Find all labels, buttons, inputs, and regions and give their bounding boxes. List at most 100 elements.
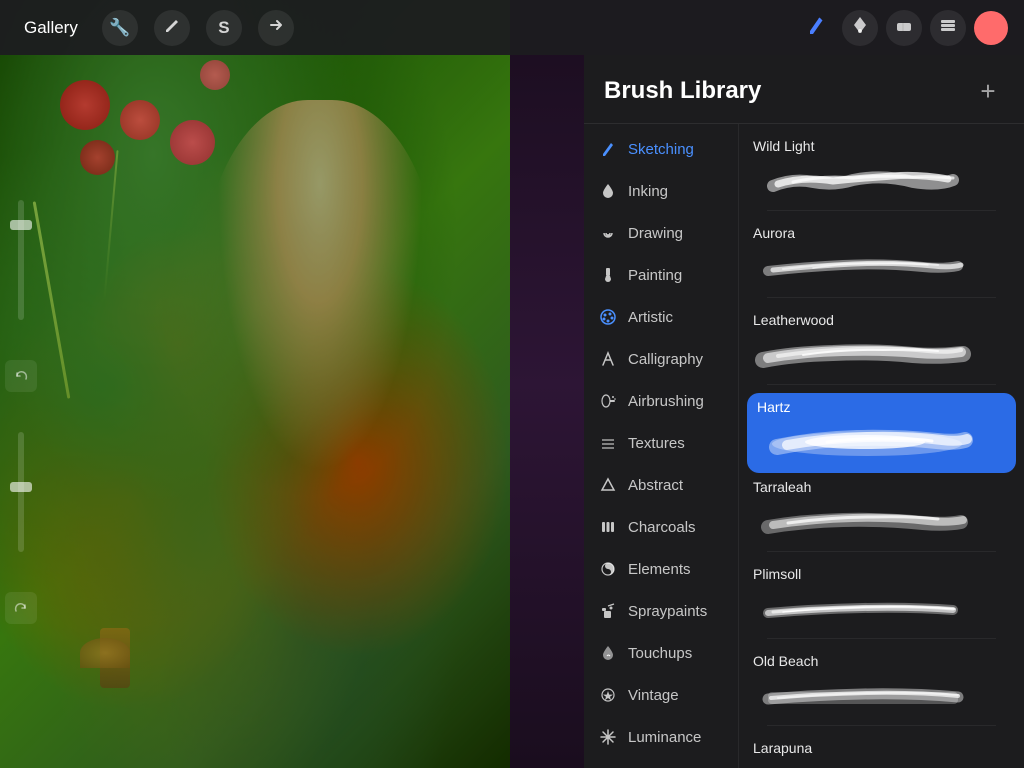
sidebar-item-drawing[interactable]: Drawing <box>584 212 738 254</box>
sidebar-item-label-abstract: Abstract <box>628 477 683 494</box>
brush-stroke-wild-light <box>753 158 1010 206</box>
brush-item-hartz[interactable]: Hartz <box>747 393 1016 473</box>
avatar-button[interactable] <box>974 11 1008 45</box>
size-slider-track[interactable] <box>18 432 24 552</box>
brush-name-wild-light: Wild Light <box>753 138 1010 154</box>
sidebar-item-charcoals[interactable]: Charcoals <box>584 506 738 548</box>
brush-stroke-hartz <box>757 419 1006 467</box>
sidebar-item-vintage[interactable]: Vintage <box>584 674 738 716</box>
brush-name-hartz: Hartz <box>757 399 1006 415</box>
sidebar-item-elements[interactable]: Elements <box>584 548 738 590</box>
calligraphy-icon <box>598 349 618 369</box>
category-list: Sketching InkingDrawing Painting Artistic Ca… <box>584 124 739 768</box>
layers-icon <box>938 15 958 40</box>
brush-separator-aurora <box>767 297 996 298</box>
sidebar-item-label-luminance: Luminance <box>628 729 701 746</box>
abstract-icon <box>598 475 618 495</box>
wrench-button[interactable]: 🔧 <box>102 10 138 46</box>
opacity-slider-thumb[interactable] <box>10 220 32 230</box>
sidebar-item-touchups[interactable]: Touchups <box>584 632 738 674</box>
smudge-button[interactable]: S <box>206 10 242 46</box>
size-slider-thumb[interactable] <box>10 482 32 492</box>
redo-button[interactable] <box>5 592 37 624</box>
brush-stroke-plimsoll <box>753 586 1010 634</box>
pen-modify-button[interactable] <box>154 10 190 46</box>
sidebar-item-abstract[interactable]: Abstract <box>584 464 738 506</box>
sidebar-item-label-elements: Elements <box>628 561 691 578</box>
sidebar-item-painting[interactable]: Painting <box>584 254 738 296</box>
brush-item-larapuna[interactable]: Larapuna <box>739 734 1024 768</box>
opacity-slider-track[interactable] <box>18 200 24 320</box>
inking-icon <box>598 181 618 201</box>
brush-list: Wild Light Aurora Leatherwood Hartz Tarr… <box>739 124 1024 768</box>
brush-panel-header: Brush Library + <box>584 55 1024 124</box>
arrow-icon <box>267 16 285 39</box>
sidebar-item-artistic[interactable]: Artistic <box>584 296 738 338</box>
brush-item-old-beach[interactable]: Old Beach <box>739 647 1024 734</box>
elements-icon <box>598 559 618 579</box>
sidebar-item-luminance[interactable]: Luminance <box>584 716 738 758</box>
charcoals-icon <box>598 517 618 537</box>
artistic-icon <box>598 307 618 327</box>
toolbar-left: Gallery 🔧 S <box>16 10 294 46</box>
gallery-button[interactable]: Gallery <box>16 18 86 38</box>
brush-panel-content: Sketching InkingDrawing Painting Artistic Ca… <box>584 124 1024 768</box>
brush-item-aurora[interactable]: Aurora <box>739 219 1024 306</box>
brush-item-wild-light[interactable]: Wild Light <box>739 132 1024 219</box>
pencil-tool-icon <box>805 14 827 41</box>
eraser-tool-button[interactable] <box>886 10 922 46</box>
flower-decoration <box>60 80 110 130</box>
sidebar-item-label-spraypaints: Spraypaints <box>628 603 707 620</box>
sidebar-item-industrial[interactable]: Industrial <box>584 758 738 768</box>
brush-item-leatherwood[interactable]: Leatherwood <box>739 306 1024 393</box>
brush-name-leatherwood: Leatherwood <box>753 312 1010 328</box>
sidebar-item-label-charcoals: Charcoals <box>628 519 696 536</box>
luminance-icon <box>598 727 618 747</box>
toolbar-right <box>798 10 1008 46</box>
sidebar-item-inking[interactable]: Inking <box>584 170 738 212</box>
brush-name-larapuna: Larapuna <box>753 740 1010 756</box>
painting-icon <box>598 265 618 285</box>
layers-button[interactable] <box>930 10 966 46</box>
flower-decoration <box>80 140 115 175</box>
flower-decoration <box>200 60 230 90</box>
brush-stroke-larapuna <box>753 760 1010 768</box>
undo-button[interactable] <box>5 360 37 392</box>
sketching-icon <box>598 139 618 159</box>
toolbar: Gallery 🔧 S <box>0 0 1024 55</box>
brush-name-plimsoll: Plimsoll <box>753 566 1010 582</box>
plant-decoration <box>80 638 130 668</box>
sidebar-item-label-vintage: Vintage <box>628 687 679 704</box>
pencil-tool-button[interactable] <box>798 10 834 46</box>
arrow-button[interactable] <box>258 10 294 46</box>
sidebar-item-label-painting: Painting <box>628 267 682 284</box>
pen-nib-tool-button[interactable] <box>842 10 878 46</box>
sidebar-item-sketching[interactable]: Sketching <box>584 128 738 170</box>
sidebar-item-label-calligraphy: Calligraphy <box>628 351 703 368</box>
sidebar-item-calligraphy[interactable]: Calligraphy <box>584 338 738 380</box>
sidebar-item-airbrushing[interactable]: Airbrushing <box>584 380 738 422</box>
touchups-icon <box>598 643 618 663</box>
brush-separator-leatherwood <box>767 384 996 385</box>
sidebar-item-spraypaints[interactable]: Spraypaints <box>584 590 738 632</box>
sidebar-item-label-sketching: Sketching <box>628 141 694 158</box>
textures-icon <box>598 433 618 453</box>
drawing-icon <box>598 223 618 243</box>
brush-name-aurora: Aurora <box>753 225 1010 241</box>
brush-name-tarraleah: Tarraleah <box>753 479 1010 495</box>
sidebar-item-textures[interactable]: Textures <box>584 422 738 464</box>
brush-stroke-tarraleah <box>753 499 1010 547</box>
brush-name-old-beach: Old Beach <box>753 653 1010 669</box>
sidebar-item-label-touchups: Touchups <box>628 645 692 662</box>
wrench-icon: 🔧 <box>109 18 130 38</box>
add-brush-button[interactable]: + <box>972 75 1004 107</box>
brush-stroke-old-beach <box>753 673 1010 721</box>
spraypaints-icon <box>598 601 618 621</box>
sidebar-item-label-airbrushing: Airbrushing <box>628 393 704 410</box>
brush-library-panel: Brush Library + Sketching InkingDrawing Pa… <box>584 55 1024 768</box>
pen-nib-icon <box>850 15 870 40</box>
vintage-icon <box>598 685 618 705</box>
brush-item-plimsoll[interactable]: Plimsoll <box>739 560 1024 647</box>
airbrushing-icon <box>598 391 618 411</box>
brush-item-tarraleah[interactable]: Tarraleah <box>739 473 1024 560</box>
